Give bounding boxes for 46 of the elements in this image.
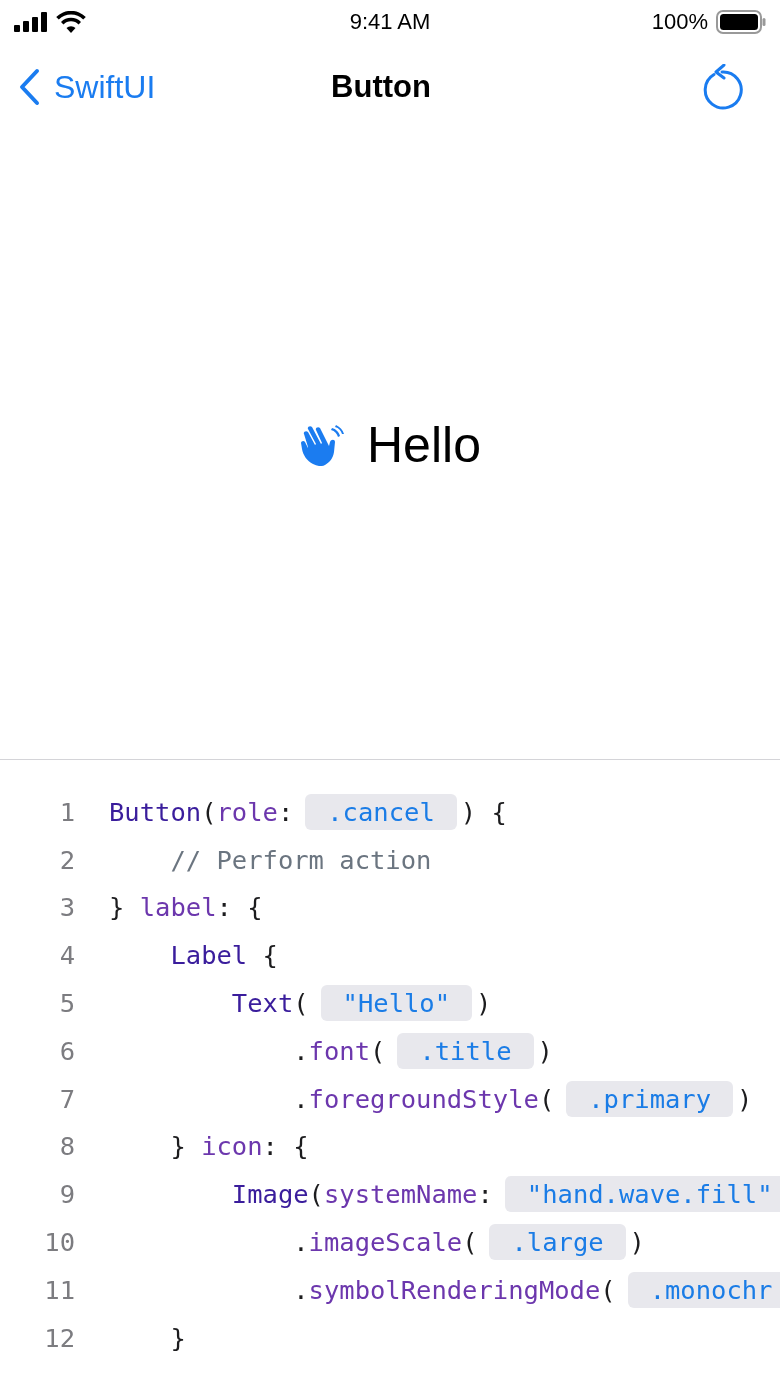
code-text: ): [629, 1227, 645, 1258]
line-number: 8: [58, 1131, 75, 1162]
hello-label: Hello: [367, 415, 481, 474]
line-number: 2: [58, 844, 75, 875]
value-token[interactable]: .large: [489, 1224, 626, 1261]
code-text: Label {: [170, 940, 278, 971]
chevron-icon: [18, 68, 40, 106]
value-token[interactable]: .title: [397, 1032, 534, 1069]
code-text: ): [737, 1083, 753, 1114]
code-text: Text(: [231, 988, 309, 1019]
code-text: }: [170, 1322, 186, 1353]
code-text: ): [537, 1035, 553, 1066]
line-number: 4: [58, 940, 75, 971]
value-token[interactable]: .cancel: [305, 793, 457, 830]
code-text: ) {: [460, 796, 507, 827]
hand-icon: [299, 423, 345, 466]
code-text: // Perform action: [170, 844, 432, 875]
code-text: .foregroundStyle(: [293, 1083, 555, 1114]
line-number: 10: [43, 1227, 75, 1258]
code-text: } icon: {: [170, 1131, 309, 1162]
value-token[interactable]: "hand.wave.fill": [504, 1176, 780, 1213]
line-number: 11: [43, 1274, 75, 1305]
back-button[interactable]: SwiftUI: [18, 68, 156, 106]
line-number: 7: [58, 1083, 75, 1114]
code-text: .imageScale(: [293, 1227, 478, 1258]
battery-percent: 100%: [651, 9, 708, 35]
code-text: } label: {: [109, 892, 263, 923]
line-number: 3: [58, 892, 75, 923]
value-token[interactable]: "Hello": [320, 985, 473, 1022]
battery-icon: [716, 10, 766, 34]
value-token[interactable]: .monochr: [627, 1271, 780, 1308]
value-token[interactable]: .primary: [566, 1080, 734, 1117]
nav-title: Button: [331, 69, 431, 105]
code-text: .symbolRenderingMode(: [293, 1274, 616, 1305]
line-number: 5: [58, 988, 75, 1019]
signal-icon: [14, 12, 48, 32]
line-number: 1: [58, 796, 75, 827]
code-text: .font(: [293, 1035, 386, 1066]
status-time: 9:41 AM: [349, 9, 431, 35]
code-text: ): [476, 988, 492, 1019]
code-text: Button(role:: [109, 796, 294, 827]
line-number: 6: [58, 1035, 75, 1066]
line-number: 9: [58, 1179, 75, 1210]
wifi-icon: [56, 11, 86, 33]
code-text: Image(systemName:: [231, 1179, 493, 1210]
line-number: 12: [43, 1322, 75, 1353]
